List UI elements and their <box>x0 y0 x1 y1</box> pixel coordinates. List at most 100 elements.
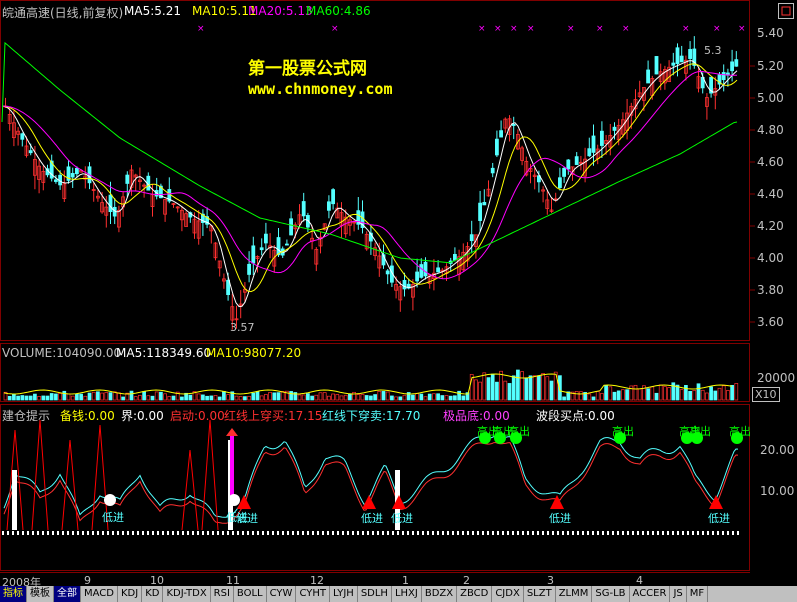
tab-slzt[interactable]: SLZT <box>524 586 556 602</box>
dijin-red-triangle <box>392 495 406 509</box>
candle-body <box>494 138 499 156</box>
gaochu-label: 高出 <box>508 425 530 438</box>
volume-bar <box>33 393 37 401</box>
candle-body <box>301 201 306 217</box>
candle-body <box>730 61 734 72</box>
close-button[interactable] <box>778 3 794 19</box>
candle-body <box>721 72 726 81</box>
tab-[interactable]: 指标 <box>0 586 27 602</box>
high-price-marker: 5.3 <box>704 44 722 57</box>
volume-bar <box>507 383 512 401</box>
tab-bdzx[interactable]: BDZX <box>422 586 458 602</box>
volume-bar <box>444 395 449 401</box>
volume-bar <box>625 389 629 401</box>
volume-bar <box>264 394 268 401</box>
volume-bar <box>62 390 67 401</box>
indicator-tab-bar[interactable]: 指标 模板 全部 MACD KDJ KD KDJ-TDX RSI BOLL CYW CYHT LYJH… <box>0 586 797 602</box>
volume-bar <box>654 392 659 401</box>
volume-bar <box>108 392 113 401</box>
price-axis-label: 3.80 <box>757 283 784 297</box>
volume-bar <box>343 394 348 401</box>
volume-bar <box>427 393 432 401</box>
tab-cyw[interactable]: CYW <box>267 586 297 602</box>
tab-cjdx[interactable]: CJDX <box>492 586 524 602</box>
tab-[interactable]: 模板 <box>27 586 54 602</box>
volume-bar <box>461 395 466 401</box>
indicator-beiqian: 备钱:0.00 <box>60 409 115 423</box>
price-axis-label: 4.00 <box>757 251 784 265</box>
candle-body <box>490 167 495 174</box>
volume-bar <box>289 391 293 401</box>
volume-bar <box>511 375 516 401</box>
volume-bar <box>432 393 436 401</box>
tab-sdlh[interactable]: SDLH <box>358 586 392 602</box>
price-axis-label: 5.00 <box>757 91 784 105</box>
dijin-label: 低进 <box>549 512 571 525</box>
volume-bar <box>482 372 487 401</box>
signal-white-dot <box>104 494 116 506</box>
close-icon <box>781 6 791 16</box>
dijin-label: 低进 <box>391 512 413 525</box>
tab-[interactable]: 全部 <box>54 586 81 602</box>
signal-x-marker: × <box>682 24 690 34</box>
volume-bar <box>104 392 109 401</box>
candle-body <box>385 270 390 275</box>
tab-kd[interactable]: KD <box>142 586 164 602</box>
tab-kdjtdx[interactable]: KDJ-TDX <box>163 586 211 602</box>
candle-body <box>54 179 58 182</box>
indicator-spike <box>181 449 199 531</box>
volume-bar <box>537 375 541 401</box>
volume-bar <box>390 395 394 401</box>
tab-boll[interactable]: BOLL <box>234 586 267 602</box>
candle-body <box>331 189 336 205</box>
volume-bar <box>306 393 310 401</box>
volume-bar <box>574 391 579 401</box>
tab-macd[interactable]: MACD <box>81 586 118 602</box>
candle-body <box>600 130 604 146</box>
signal-x-marker: × <box>567 24 575 34</box>
tab-rsi[interactable]: RSI <box>211 586 234 602</box>
candle-body <box>646 69 650 84</box>
tab-zbcd[interactable]: ZBCD <box>457 586 493 602</box>
price-grid <box>750 65 755 323</box>
candle-body <box>28 150 33 154</box>
candle-body <box>326 201 331 211</box>
candle-body <box>574 156 579 165</box>
volume-bar <box>251 392 256 401</box>
candle-body <box>482 202 487 206</box>
signal-x-marker: × <box>510 24 518 34</box>
volume-bar <box>646 388 650 401</box>
candle-body <box>20 133 25 140</box>
volume-bar <box>730 384 734 401</box>
volume-bar <box>79 393 83 401</box>
tab-kdj[interactable]: KDJ <box>118 586 143 602</box>
indicator-hongxian-up: 红线上穿买:17.15 <box>224 409 323 423</box>
tab-cyht[interactable]: CYHT <box>296 586 330 602</box>
volume-bar <box>503 380 508 401</box>
dijin-label: 低进 <box>708 512 730 525</box>
tab-accer[interactable]: ACCER <box>630 586 671 602</box>
candle-body <box>289 218 294 236</box>
volume-bar <box>394 396 398 401</box>
volume-bar <box>45 395 50 401</box>
tab-mf[interactable]: MF <box>687 586 709 602</box>
volume-bar <box>339 395 344 401</box>
volume-bar <box>314 394 319 401</box>
volume-bar <box>528 375 533 401</box>
volume-bar <box>268 392 272 401</box>
moving-average-lines: × × × × × × × × × × × × <box>1 24 746 308</box>
volume-bar <box>688 390 692 401</box>
tab-lhxj[interactable]: LHXJ <box>392 586 422 602</box>
tab-zlmm[interactable]: ZLMM <box>556 586 593 602</box>
volume-bar <box>364 395 369 401</box>
signal-x-marker: × <box>494 24 502 34</box>
tab-sglb[interactable]: SG-LB <box>592 586 630 602</box>
tab-lyjh[interactable]: LYJH <box>330 586 358 602</box>
volume-bar <box>650 386 655 401</box>
gaochu-label: 高出 <box>612 425 634 438</box>
low-price-marker: 3.57 <box>230 321 255 334</box>
tab-js[interactable]: JS <box>670 586 687 602</box>
candle-body <box>75 167 79 175</box>
volume-bar <box>440 395 445 401</box>
volume-bar <box>595 391 600 401</box>
